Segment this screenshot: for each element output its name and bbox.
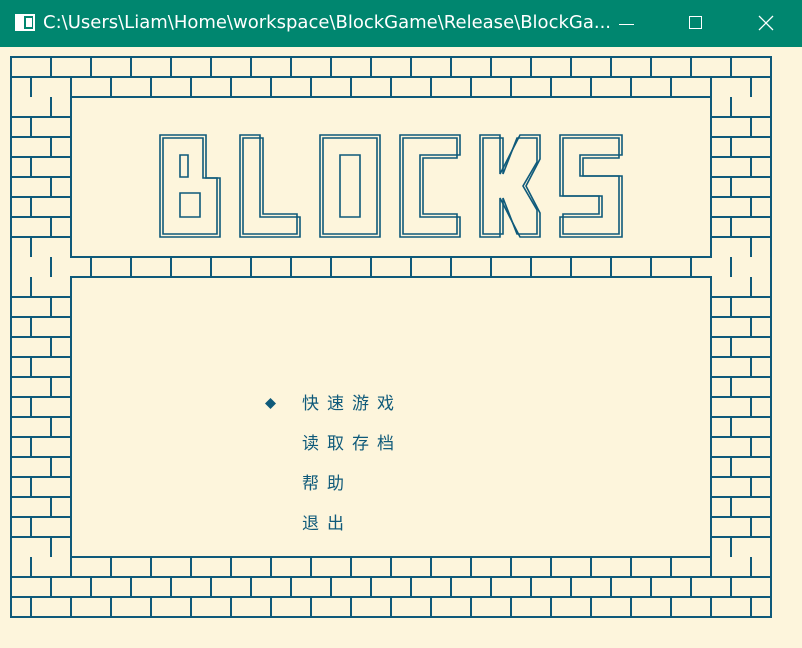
maximize-button[interactable] [662,0,732,47]
maximize-icon [689,16,702,29]
game-screen: 快速游戏 读取存档 帮助 退出 [0,47,802,648]
menu-item-exit[interactable]: 退出 [263,512,463,536]
console-app-icon [15,14,35,31]
menu-item-label: 退出 [302,514,352,534]
close-icon [758,15,774,31]
window-title: C:\Users\Liam\Home\workspace\BlockGame\R… [43,12,612,33]
menu-item-label: 读取存档 [302,434,402,454]
window-titlebar[interactable]: C:\Users\Liam\Home\workspace\BlockGame\R… [0,0,802,47]
diamond-cursor-icon [265,398,276,409]
menu-item-load-save[interactable]: 读取存档 [263,432,463,456]
blocks-logo [159,134,623,238]
menu-item-quick-game[interactable]: 快速游戏 [263,392,463,416]
close-button[interactable] [732,0,802,47]
main-menu: 快速游戏 读取存档 帮助 退出 [263,392,463,552]
menu-item-label: 快速游戏 [302,394,402,414]
game-scene [10,56,772,618]
minimize-icon [619,24,634,25]
minimize-button[interactable] [592,0,662,47]
menu-item-label: 帮助 [302,474,352,494]
menu-item-help[interactable]: 帮助 [263,472,463,496]
